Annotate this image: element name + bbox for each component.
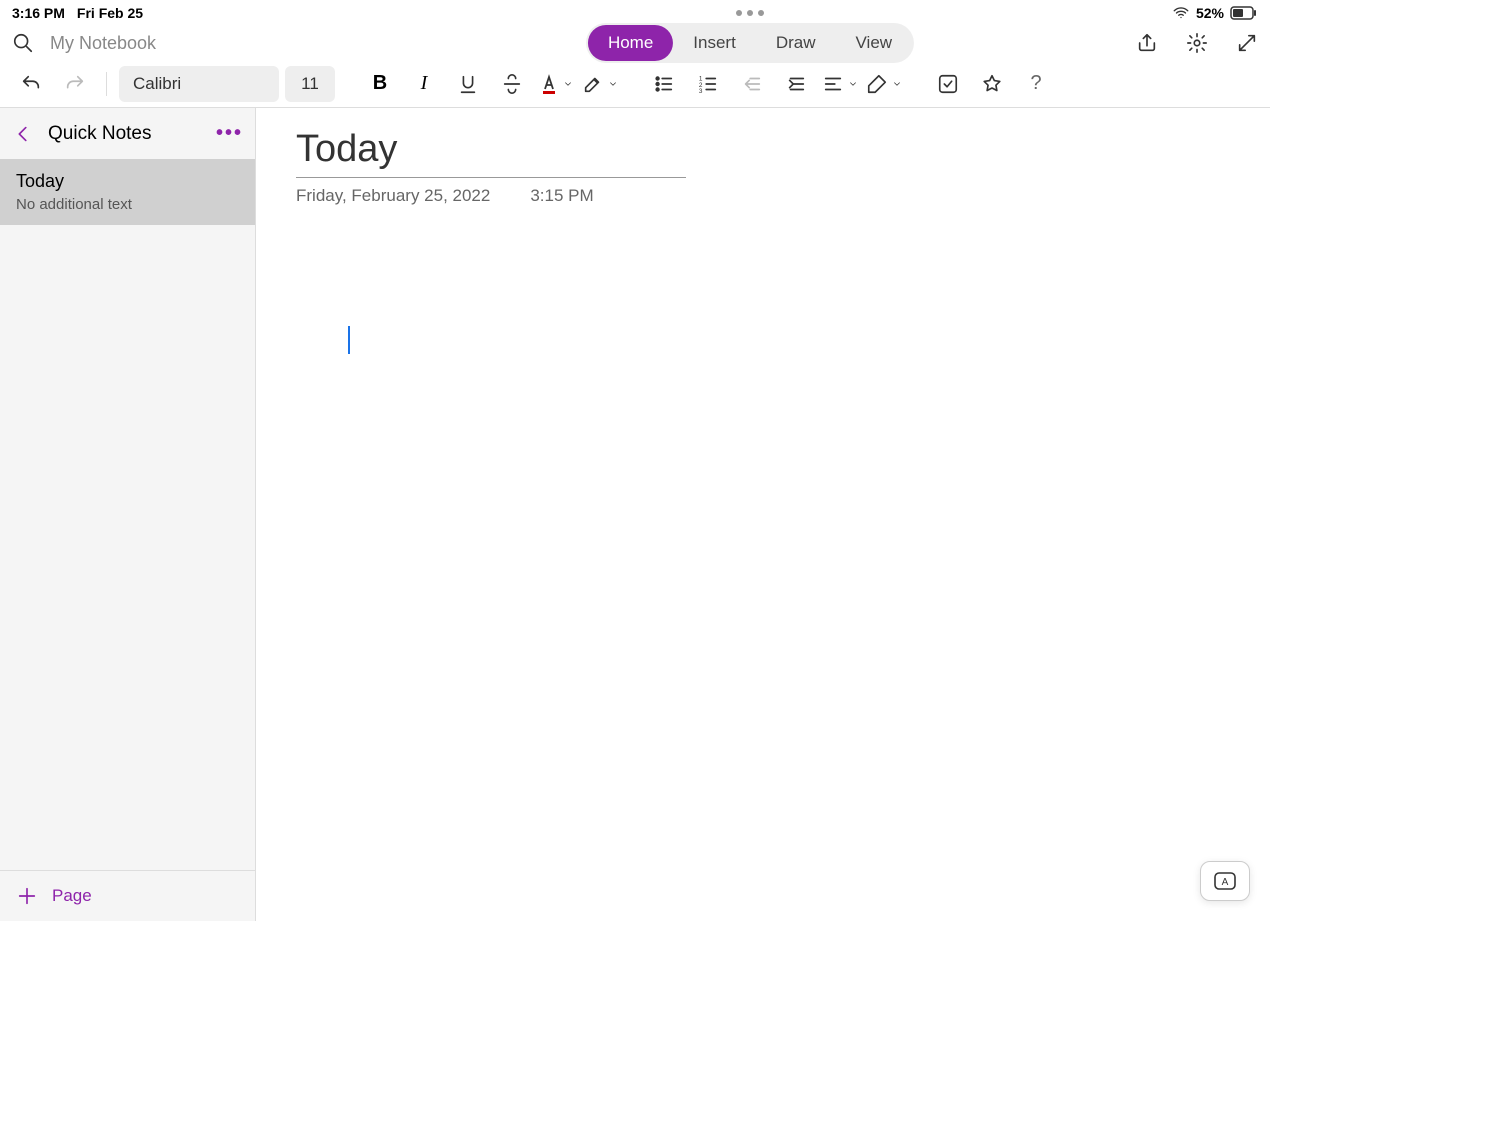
share-icon[interactable] xyxy=(1136,32,1158,54)
outdent-button xyxy=(733,65,771,103)
title-underline xyxy=(296,177,686,178)
keyboard-mode-button[interactable]: A xyxy=(1200,861,1250,901)
expand-icon[interactable] xyxy=(1236,32,1258,54)
highlight-button[interactable] xyxy=(581,65,619,103)
wifi-icon xyxy=(1172,4,1190,22)
redo-button xyxy=(56,65,94,103)
tab-draw[interactable]: Draw xyxy=(756,25,836,61)
back-icon[interactable] xyxy=(12,123,34,145)
status-time: 3:16 PM xyxy=(12,5,65,21)
section-title[interactable]: Quick Notes xyxy=(48,123,202,145)
page-date: Friday, February 25, 2022 xyxy=(296,186,490,206)
note-list-item[interactable]: Today No additional text xyxy=(0,159,255,225)
chevron-down-icon xyxy=(608,75,618,93)
tab-view[interactable]: View xyxy=(836,25,913,61)
notebook-name[interactable]: My Notebook xyxy=(50,33,156,54)
bullet-list-button[interactable] xyxy=(645,65,683,103)
page-title[interactable]: Today xyxy=(296,128,686,171)
more-icon[interactable]: ••• xyxy=(216,122,243,145)
star-tag-button[interactable] xyxy=(973,65,1011,103)
font-size-input[interactable]: 11 xyxy=(285,66,335,102)
chevron-down-icon xyxy=(892,75,902,93)
numbered-list-button[interactable]: 123 xyxy=(689,65,727,103)
note-item-subtitle: No additional text xyxy=(16,196,239,213)
tab-home[interactable]: Home xyxy=(588,25,673,61)
page-editor[interactable]: Today Friday, February 25, 2022 3:15 PM … xyxy=(256,108,1270,921)
battery-percent: 52% xyxy=(1196,5,1224,21)
tab-insert[interactable]: Insert xyxy=(673,25,756,61)
add-page-label: Page xyxy=(52,886,92,906)
page-time: 3:15 PM xyxy=(530,186,593,206)
chevron-down-icon xyxy=(848,75,858,93)
svg-text:3: 3 xyxy=(699,88,703,95)
indent-button[interactable] xyxy=(777,65,815,103)
ribbon-tabs: Home Insert Draw View xyxy=(586,23,914,63)
italic-button[interactable]: I xyxy=(405,65,443,103)
font-color-button[interactable] xyxy=(537,65,575,103)
battery-icon xyxy=(1230,6,1258,20)
status-date: Fri Feb 25 xyxy=(77,5,143,21)
sidebar: Quick Notes ••• Today No additional text… xyxy=(0,108,256,921)
plus-icon xyxy=(16,885,38,907)
paragraph-button[interactable] xyxy=(821,65,859,103)
font-name-input[interactable]: Calibri xyxy=(119,66,279,102)
search-icon[interactable] xyxy=(12,32,34,54)
strikethrough-button[interactable] xyxy=(493,65,531,103)
formatting-toolbar: Calibri 11 B I 123 ? xyxy=(0,60,1270,108)
multitask-dots[interactable] xyxy=(736,10,764,16)
chevron-down-icon xyxy=(563,75,573,93)
underline-button[interactable] xyxy=(449,65,487,103)
styles-button[interactable] xyxy=(865,65,903,103)
text-cursor xyxy=(348,326,350,354)
bold-button[interactable]: B xyxy=(361,65,399,103)
todo-button[interactable] xyxy=(929,65,967,103)
svg-text:A: A xyxy=(1222,877,1229,888)
undo-button[interactable] xyxy=(12,65,50,103)
app-header: My Notebook Home Insert Draw View xyxy=(0,26,1270,60)
note-item-title: Today xyxy=(16,171,239,192)
gear-icon[interactable] xyxy=(1186,32,1208,54)
add-page-button[interactable]: Page xyxy=(0,870,255,921)
help-button[interactable]: ? xyxy=(1017,65,1055,103)
